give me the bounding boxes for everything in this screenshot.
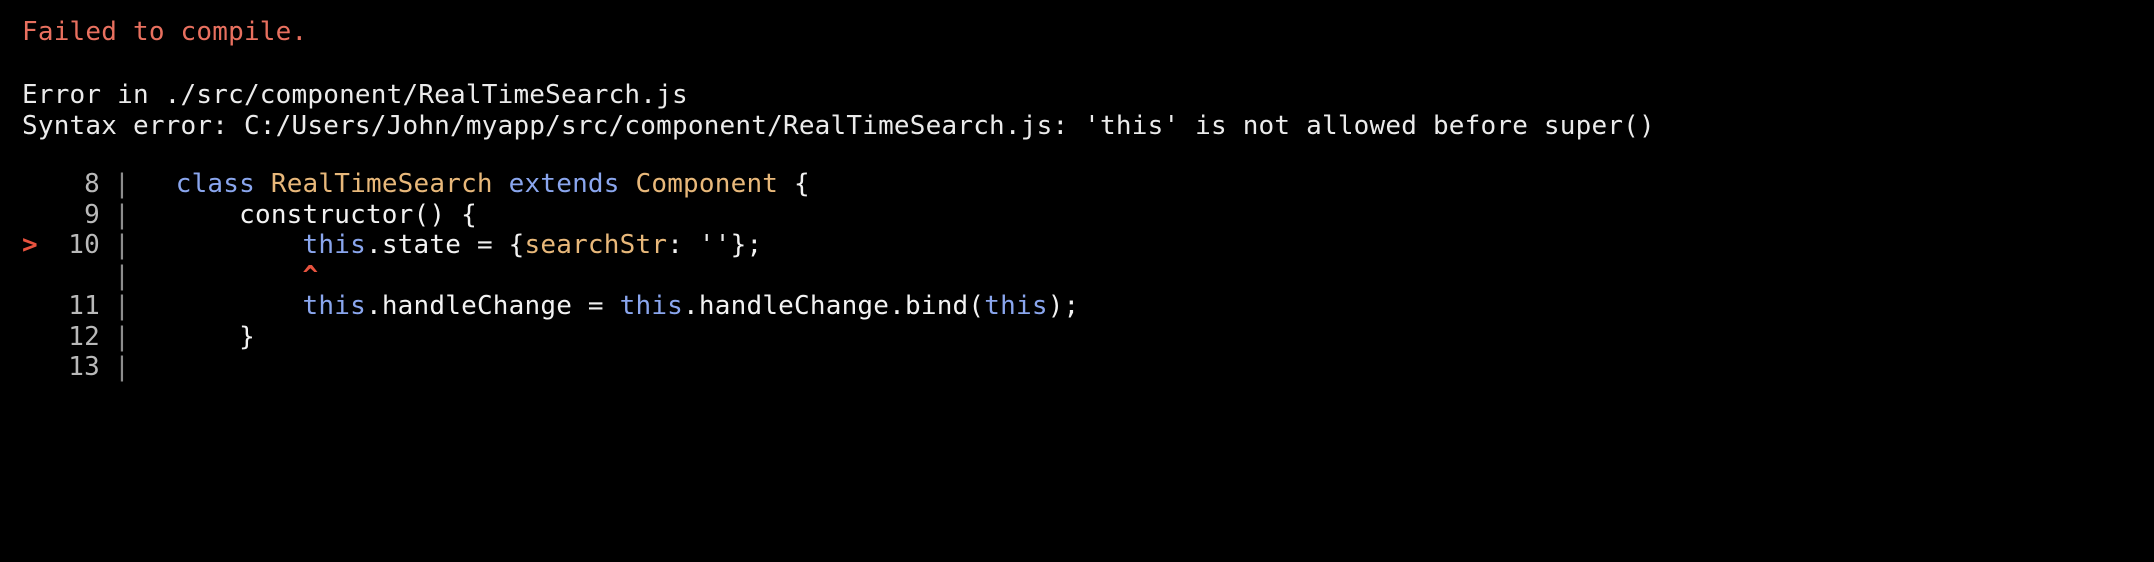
gutter-marker-blank bbox=[22, 169, 48, 200]
code-token: .state = { bbox=[365, 230, 525, 260]
code-token: .handleChange = bbox=[365, 291, 620, 321]
error-caret-icon: ^ bbox=[302, 260, 319, 291]
code-line-content: constructor() { bbox=[144, 200, 477, 230]
gutter-separator: | bbox=[114, 199, 130, 230]
code-token: }; bbox=[730, 230, 763, 260]
code-token: class bbox=[175, 169, 271, 199]
code-frame: 8 | class RealTimeSearch extends Componen… bbox=[22, 169, 2154, 383]
gutter-separator: | bbox=[114, 169, 130, 199]
code-line-content: this.handleChange = this.handleChange.bi… bbox=[144, 291, 1080, 321]
code-frame-row: >10 | this.state = {searchStr: ''}; bbox=[22, 230, 2154, 261]
gutter-separator: | bbox=[114, 291, 130, 321]
code-token: : bbox=[667, 230, 699, 260]
code-frame-row: 9 | constructor() { bbox=[22, 200, 2154, 231]
code-frame-row: 13 | bbox=[22, 352, 2154, 383]
code-frame-row: | ^ bbox=[22, 261, 2154, 292]
code-token: { bbox=[778, 169, 810, 199]
gutter-marker-blank bbox=[22, 352, 48, 383]
code-token: } bbox=[144, 321, 255, 352]
gutter-marker-blank bbox=[22, 322, 48, 353]
code-line-number: 11 bbox=[68, 291, 100, 321]
code-token: Component bbox=[635, 169, 779, 199]
code-line-content: this.state = {searchStr: ''}; bbox=[144, 230, 763, 260]
code-frame-row: 11 | this.handleChange = this.handleChang… bbox=[22, 291, 2154, 322]
code-line-number bbox=[48, 261, 100, 292]
code-frame-row: 12 | } bbox=[22, 322, 2154, 353]
code-token: searchStr bbox=[524, 230, 668, 260]
gutter-separator: | bbox=[114, 260, 130, 291]
code-token: this bbox=[302, 291, 366, 321]
code-token: RealTimeSearch bbox=[270, 169, 493, 199]
code-token: constructor() { bbox=[144, 199, 477, 230]
code-line-content: } bbox=[144, 322, 255, 352]
code-frame-row: 8 | class RealTimeSearch extends Componen… bbox=[22, 169, 2154, 200]
code-line-content: ^ bbox=[144, 260, 319, 291]
compile-error-overlay: Failed to compile. Error in ./src/compon… bbox=[0, 0, 2154, 562]
code-line-number: 9 bbox=[84, 199, 100, 230]
code-token: this bbox=[619, 291, 684, 321]
code-token: this bbox=[984, 291, 1048, 321]
gutter-marker-blank bbox=[22, 261, 48, 292]
code-line-number: 8 bbox=[84, 169, 100, 199]
code-line-number: 12 bbox=[68, 321, 100, 352]
code-line-number: 10 bbox=[68, 230, 100, 260]
syntax-error-line: Syntax error: C:/Users/John/myapp/src/co… bbox=[22, 111, 1655, 141]
failed-to-compile-headline: Failed to compile. bbox=[22, 17, 308, 47]
code-line-content: class RealTimeSearch extends Component { bbox=[144, 169, 810, 199]
code-token: extends bbox=[492, 169, 636, 199]
gutter-separator: | bbox=[114, 230, 130, 260]
code-token: this bbox=[302, 230, 366, 260]
gutter-marker-blank bbox=[22, 291, 48, 322]
code-token: ); bbox=[1047, 291, 1080, 321]
code-line-number: 13 bbox=[68, 352, 100, 382]
gutter-marker-blank bbox=[22, 200, 48, 231]
gutter-separator: | bbox=[114, 321, 130, 352]
code-token: .handleChange.bind( bbox=[683, 291, 985, 321]
error-line-marker-icon: > bbox=[22, 230, 38, 260]
code-token: '' bbox=[698, 230, 731, 260]
error-location-line: Error in ./src/component/RealTimeSearch.… bbox=[22, 80, 688, 110]
gutter-separator: | bbox=[114, 352, 130, 382]
